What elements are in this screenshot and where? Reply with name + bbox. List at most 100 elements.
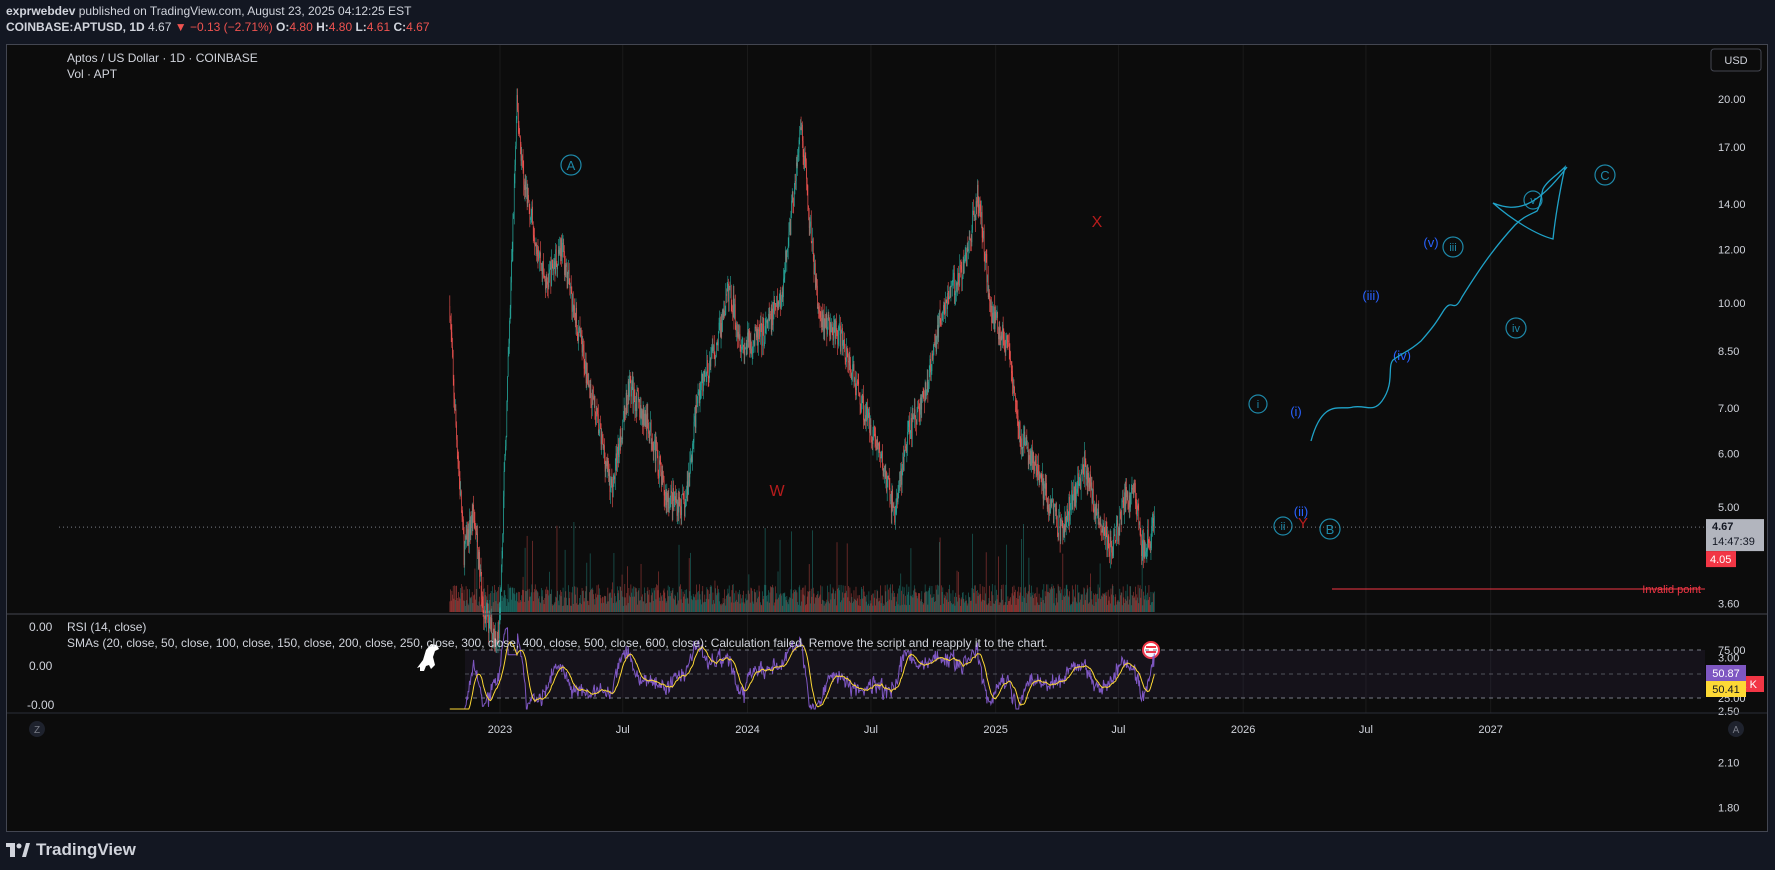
- candle: [1143, 540, 1145, 558]
- ohlc-line: COINBASE:APTUSD, 1D 4.67 ▼ −0.13 (−2.71%…: [6, 20, 430, 34]
- volume-bar: [1058, 586, 1060, 612]
- volume-bar: [986, 604, 988, 612]
- candle: [579, 327, 581, 337]
- chart-frame[interactable]: A W X Y B C i ii iii iv v (i) (ii) (iii)…: [6, 44, 1768, 832]
- volume-bar: [736, 601, 738, 612]
- volume-bar: [1133, 598, 1135, 612]
- candle: [626, 392, 628, 404]
- volume-bar: [709, 586, 711, 612]
- candle: [475, 525, 476, 531]
- volume-bar: [788, 599, 790, 612]
- candle: [917, 406, 918, 412]
- volume-bar: [452, 585, 454, 612]
- chart-svg[interactable]: A W X Y B C i ii iii iv v (i) (ii) (iii)…: [7, 45, 1767, 831]
- volume-bar: [578, 598, 580, 612]
- volume-bar: [576, 587, 578, 612]
- volume-bar: [1145, 585, 1146, 612]
- candle: [1108, 536, 1110, 552]
- tradingview-logo-icon: [6, 843, 30, 857]
- candle: [1038, 464, 1039, 475]
- candle: [515, 146, 516, 166]
- candle: [739, 334, 740, 340]
- candle: [671, 490, 672, 494]
- candle: [866, 406, 868, 413]
- candle: [886, 471, 887, 492]
- volume-bar: [877, 591, 879, 612]
- volume-bar: [1073, 589, 1075, 612]
- volume-bar: [776, 593, 778, 612]
- candle: [669, 496, 671, 508]
- volume-bar: [465, 586, 467, 612]
- volume-bar: [901, 604, 903, 612]
- candle: [865, 415, 866, 422]
- candle: [1077, 473, 1079, 490]
- candle: [680, 506, 681, 508]
- candle: [874, 426, 875, 434]
- volume-bar: [618, 590, 620, 612]
- volume-bar: [1139, 585, 1141, 612]
- volume-bar: [851, 596, 853, 612]
- candle: [613, 476, 615, 480]
- volume-bar: [584, 598, 586, 612]
- volume-bar: [701, 604, 702, 612]
- volume-bar: [692, 600, 693, 612]
- footer-brand[interactable]: TradingView: [6, 840, 136, 860]
- volume-bar: [938, 585, 940, 612]
- candle: [547, 281, 548, 285]
- candle: [1000, 336, 1001, 346]
- volume-bar: [840, 584, 842, 612]
- volume-bar: [1146, 600, 1148, 612]
- candle: [1002, 324, 1004, 339]
- volume-bar: [1080, 593, 1082, 612]
- wave-A-label: A: [567, 158, 576, 173]
- candle: [852, 364, 853, 374]
- candle: [467, 529, 469, 546]
- candle: [861, 394, 863, 404]
- volume-bar: [627, 603, 629, 612]
- candle: [977, 184, 979, 208]
- candle: [965, 252, 967, 254]
- volume-bar: [895, 596, 897, 612]
- candle: [961, 269, 963, 280]
- candle: [1084, 451, 1086, 462]
- volume-bar: [1027, 591, 1029, 612]
- candle: [869, 412, 870, 433]
- rsi-ma-value: 50.41: [1712, 684, 1740, 696]
- candle: [1030, 451, 1032, 466]
- volume-bar: [854, 598, 855, 612]
- volume-bar: [673, 599, 675, 612]
- volume-bar: [710, 585, 712, 612]
- candle: [793, 204, 794, 206]
- candle: [895, 504, 897, 513]
- price-tick-8: 7.00: [1718, 403, 1739, 415]
- candle: [976, 201, 977, 203]
- candle: [500, 591, 501, 609]
- candle: [892, 505, 894, 508]
- volume-bar: [537, 592, 539, 612]
- volume-bar: [791, 531, 792, 612]
- candle: [475, 530, 477, 535]
- candle: [680, 506, 682, 516]
- candle: [1008, 341, 1010, 351]
- candle: [1097, 511, 1099, 514]
- volume-bar: [548, 595, 550, 612]
- volume-bar: [1143, 595, 1145, 612]
- candle: [803, 157, 805, 170]
- publisher[interactable]: exprwebdev: [6, 4, 75, 18]
- volume-bar: [602, 596, 603, 612]
- volume-bar: [1135, 586, 1136, 612]
- volume-bar: [821, 586, 823, 612]
- volume-bar: [856, 598, 858, 612]
- candle: [1016, 401, 1017, 411]
- candle: [664, 495, 666, 501]
- candle: [1074, 486, 1075, 507]
- volume-bar: [610, 592, 611, 612]
- candle: [870, 425, 872, 440]
- volume-bar: [878, 597, 880, 612]
- volume-bar: [1023, 523, 1024, 612]
- volume-bar: [813, 593, 815, 612]
- candle: [1122, 500, 1123, 502]
- candle: [562, 243, 563, 258]
- volume-bar: [1061, 589, 1062, 612]
- volume-bar: [677, 592, 679, 612]
